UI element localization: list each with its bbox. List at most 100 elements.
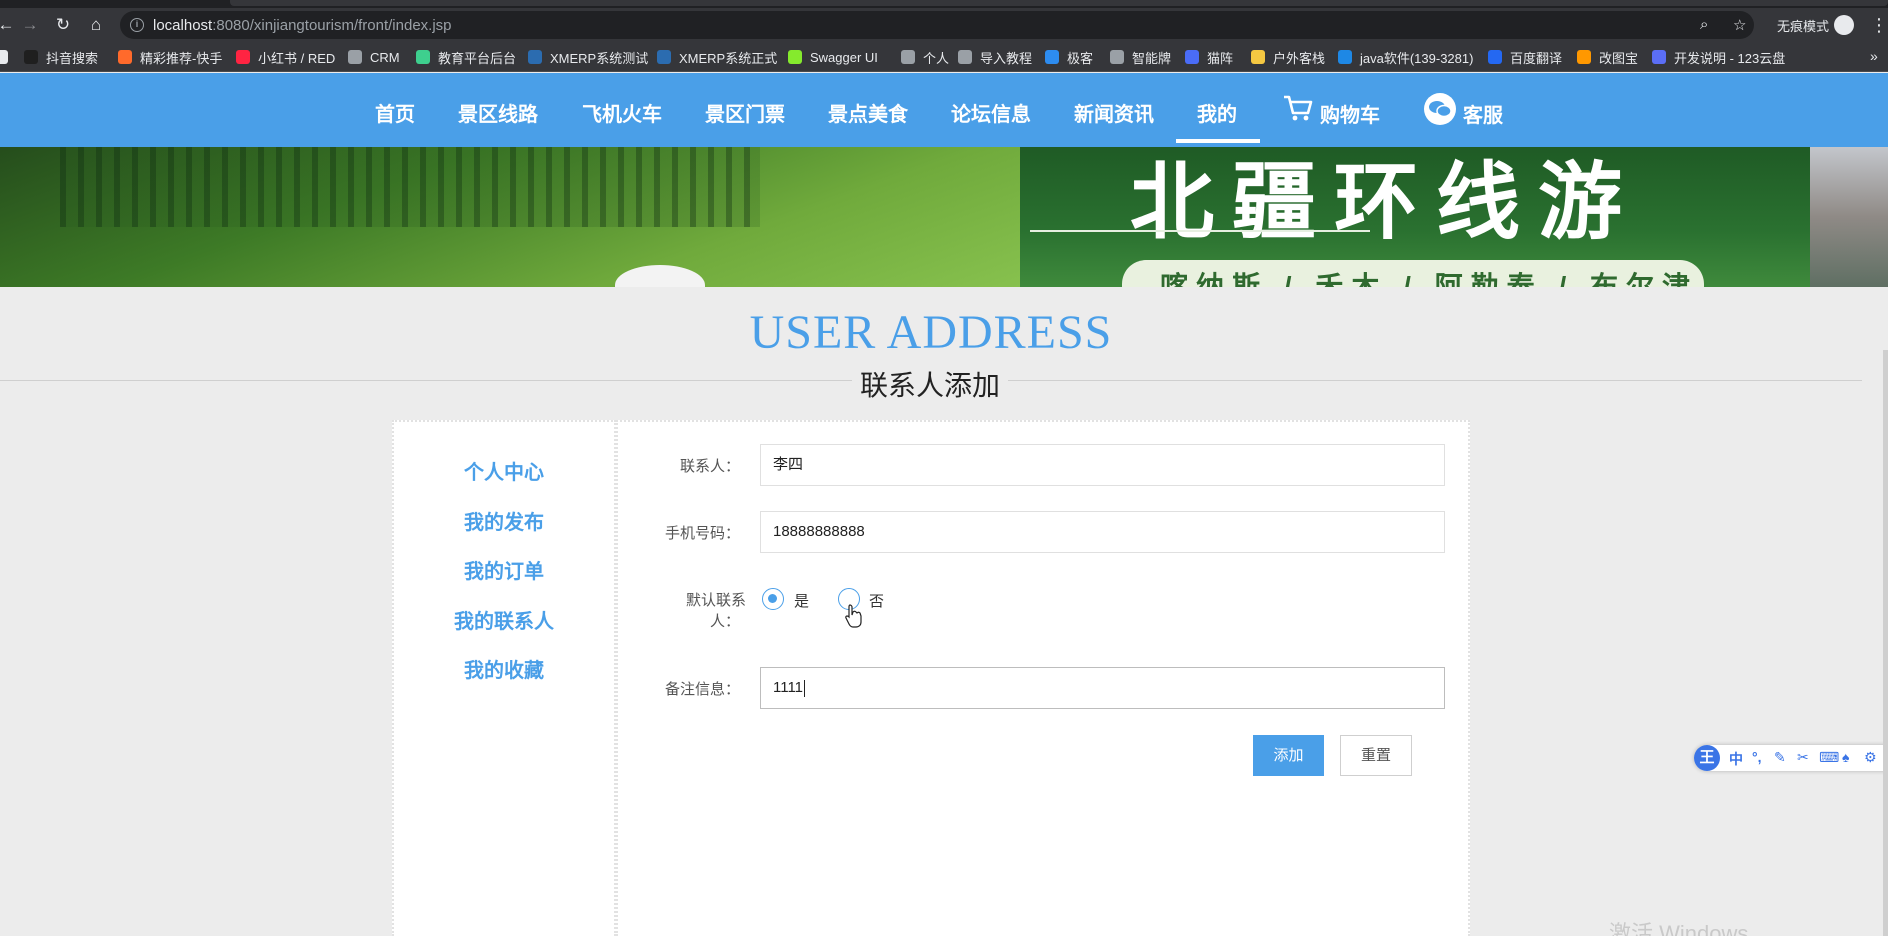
reset-button[interactable]: 重置: [1340, 735, 1412, 776]
back-icon[interactable]: ←: [0, 15, 16, 35]
bookmark-label: 智能牌: [1132, 50, 1172, 66]
remark-label: 备注信息：: [664, 681, 740, 698]
reload-icon[interactable]: ↻: [53, 15, 73, 35]
bookmark-favicon-icon: [1577, 50, 1591, 64]
banner-title: 北疆环线游: [1130, 152, 1641, 251]
nav-cart[interactable]: 购物车: [1320, 99, 1380, 128]
bookmark-label: XMERP系统正式: [679, 50, 778, 66]
bookmark-favicon-icon: [1488, 50, 1502, 64]
ime-scissors-icon[interactable]: ✂: [1797, 749, 1809, 766]
incognito-label: 无痕模式: [1777, 19, 1830, 34]
default-yes-label[interactable]: 是: [794, 590, 809, 611]
nav-tickets[interactable]: 景区门票: [705, 98, 785, 127]
bookmark-item[interactable]: 精彩推荐-快手: [118, 49, 222, 66]
bookmark-item[interactable]: java软件(139-3281): [1338, 49, 1473, 66]
bookmark-item[interactable]: XMERP系统正式: [657, 49, 778, 66]
address-bar[interactable]: i localhost:8080/xinjiangtourism/front/i…: [120, 11, 1754, 39]
bookmark-favicon-icon: [416, 50, 430, 64]
bookmarks-more-icon[interactable]: »: [1870, 48, 1878, 64]
remark-input[interactable]: 1111: [760, 667, 1445, 709]
mouse-cursor-icon: [845, 604, 862, 628]
ime-keyboard-icon[interactable]: ⌨: [1819, 749, 1839, 766]
bookmark-item[interactable]: 导入教程: [958, 49, 1032, 66]
bookmark-item[interactable]: XMERP系统测试: [528, 49, 648, 66]
forward-icon[interactable]: →: [20, 15, 40, 35]
zoom-icon[interactable]: ⌕: [1700, 16, 1708, 33]
bookmark-label: 小红书 / RED: [258, 50, 336, 66]
bookmark-favicon-icon: [1251, 50, 1265, 64]
cart-icon[interactable]: [1282, 93, 1314, 123]
bookmark-favicon-icon: [1185, 50, 1199, 64]
nav-food[interactable]: 景点美食: [828, 98, 908, 127]
bookmark-item[interactable]: 极客: [1045, 49, 1093, 66]
nav-forum[interactable]: 论坛信息: [951, 98, 1031, 127]
bookmark-item[interactable]: CRM: [348, 49, 400, 65]
nav-transport[interactable]: 飞机火车: [582, 98, 662, 127]
sidebar-item-orders[interactable]: 我的订单: [394, 555, 614, 584]
bookmark-item[interactable]: 个人: [901, 49, 949, 66]
user-sidebar: 个人中心 我的发布 我的订单 我的联系人 我的收藏: [392, 420, 616, 936]
ime-punctuation-icon[interactable]: °,: [1752, 749, 1762, 765]
url-text[interactable]: localhost:8080/xinjiangtourism/front/ind…: [153, 17, 452, 34]
bookmark-item[interactable]: 抖音搜索: [24, 49, 98, 66]
default-contact-label-line2: 人：: [709, 613, 740, 630]
contact-input[interactable]: 李四: [760, 444, 1445, 486]
banner-subtitle: 喀纳斯 / 禾木 / 阿勒泰 / 布尔津: [1160, 271, 1699, 287]
nav-active-indicator: [1176, 139, 1260, 143]
bookmark-favicon-icon: [528, 50, 542, 64]
bookmark-favicon-icon: [348, 50, 362, 64]
contact-label: 联系人：: [679, 458, 740, 475]
bookmark-item[interactable]: 小红书 / RED: [236, 49, 336, 66]
bookmark-item[interactable]: Swagger UI: [788, 49, 878, 65]
bookmark-item[interactable]: 户外客栈: [1251, 49, 1325, 66]
incognito-icon[interactable]: [1834, 15, 1854, 35]
site-info-icon[interactable]: i: [130, 18, 144, 32]
site-nav: 首页 景区线路 飞机火车 景区门票 景点美食 论坛信息 新闻资讯 我的 购物车 …: [0, 73, 1888, 147]
nav-home[interactable]: 首页: [375, 98, 415, 127]
nav-routes[interactable]: 景区线路: [458, 98, 538, 127]
bookmark-star-icon[interactable]: ☆: [1733, 16, 1746, 34]
bookmark-label: 百度翻译: [1510, 50, 1563, 66]
ime-skin-icon[interactable]: ♠: [1842, 749, 1849, 765]
ime-pen-icon[interactable]: ✎: [1774, 749, 1786, 766]
bookmark-label: CRM: [370, 49, 400, 65]
page-scrollbar[interactable]: [1883, 350, 1888, 936]
default-yes-radio[interactable]: [762, 588, 784, 610]
bookmark-favicon-icon: [1110, 50, 1124, 64]
sidebar-item-profile[interactable]: 个人中心: [394, 456, 614, 485]
nav-service[interactable]: 客服: [1463, 99, 1503, 128]
bookmark-item[interactable]: 猫阵: [1185, 49, 1233, 66]
default-no-label[interactable]: 否: [869, 590, 884, 611]
ime-mode-toggle[interactable]: 中: [1729, 749, 1743, 769]
nav-mine[interactable]: 我的: [1197, 98, 1237, 127]
bookmark-item[interactable]: 教育平台后台: [416, 49, 516, 66]
bookmark-item[interactable]: 改图宝: [1577, 49, 1639, 66]
bookmark-favicon-icon: [788, 50, 802, 64]
apps-icon[interactable]: [0, 49, 16, 65]
section-title-cn: 联系人添加: [859, 370, 1000, 401]
bookmark-favicon-icon: [1338, 50, 1352, 64]
sidebar-item-contacts[interactable]: 我的联系人: [394, 605, 614, 634]
home-icon[interactable]: ⌂: [86, 15, 106, 35]
bookmark-item[interactable]: 智能牌: [1110, 49, 1172, 66]
phone-label: 手机号码：: [664, 525, 740, 542]
bookmark-item[interactable]: 开发说明 - 123云盘: [1652, 49, 1786, 66]
bookmark-label: 开发说明 - 123云盘: [1674, 50, 1786, 66]
browser-menu-icon[interactable]: ⋮: [1870, 15, 1888, 36]
default-contact-label-line1: 默认联系: [685, 592, 746, 609]
bookmark-favicon-icon: [958, 50, 972, 64]
bookmark-label: 改图宝: [1599, 50, 1639, 66]
ime-settings-icon[interactable]: ⚙: [1864, 749, 1877, 766]
ime-logo-icon[interactable]: 王: [1694, 745, 1720, 771]
sidebar-item-favorites[interactable]: 我的收藏: [394, 654, 614, 683]
bookmark-favicon-icon: [24, 50, 38, 64]
sidebar-item-posts[interactable]: 我的发布: [394, 506, 614, 535]
customer-service-icon[interactable]: [1423, 92, 1457, 126]
bookmark-favicon-icon: [118, 50, 132, 64]
bookmark-item[interactable]: 百度翻译: [1488, 49, 1563, 66]
nav-news[interactable]: 新闻资讯: [1074, 98, 1154, 127]
add-button[interactable]: 添加: [1253, 735, 1324, 776]
bookmark-favicon-icon: [657, 50, 671, 64]
bookmark-label: Swagger UI: [810, 49, 878, 65]
phone-input[interactable]: 18888888888: [760, 511, 1445, 553]
